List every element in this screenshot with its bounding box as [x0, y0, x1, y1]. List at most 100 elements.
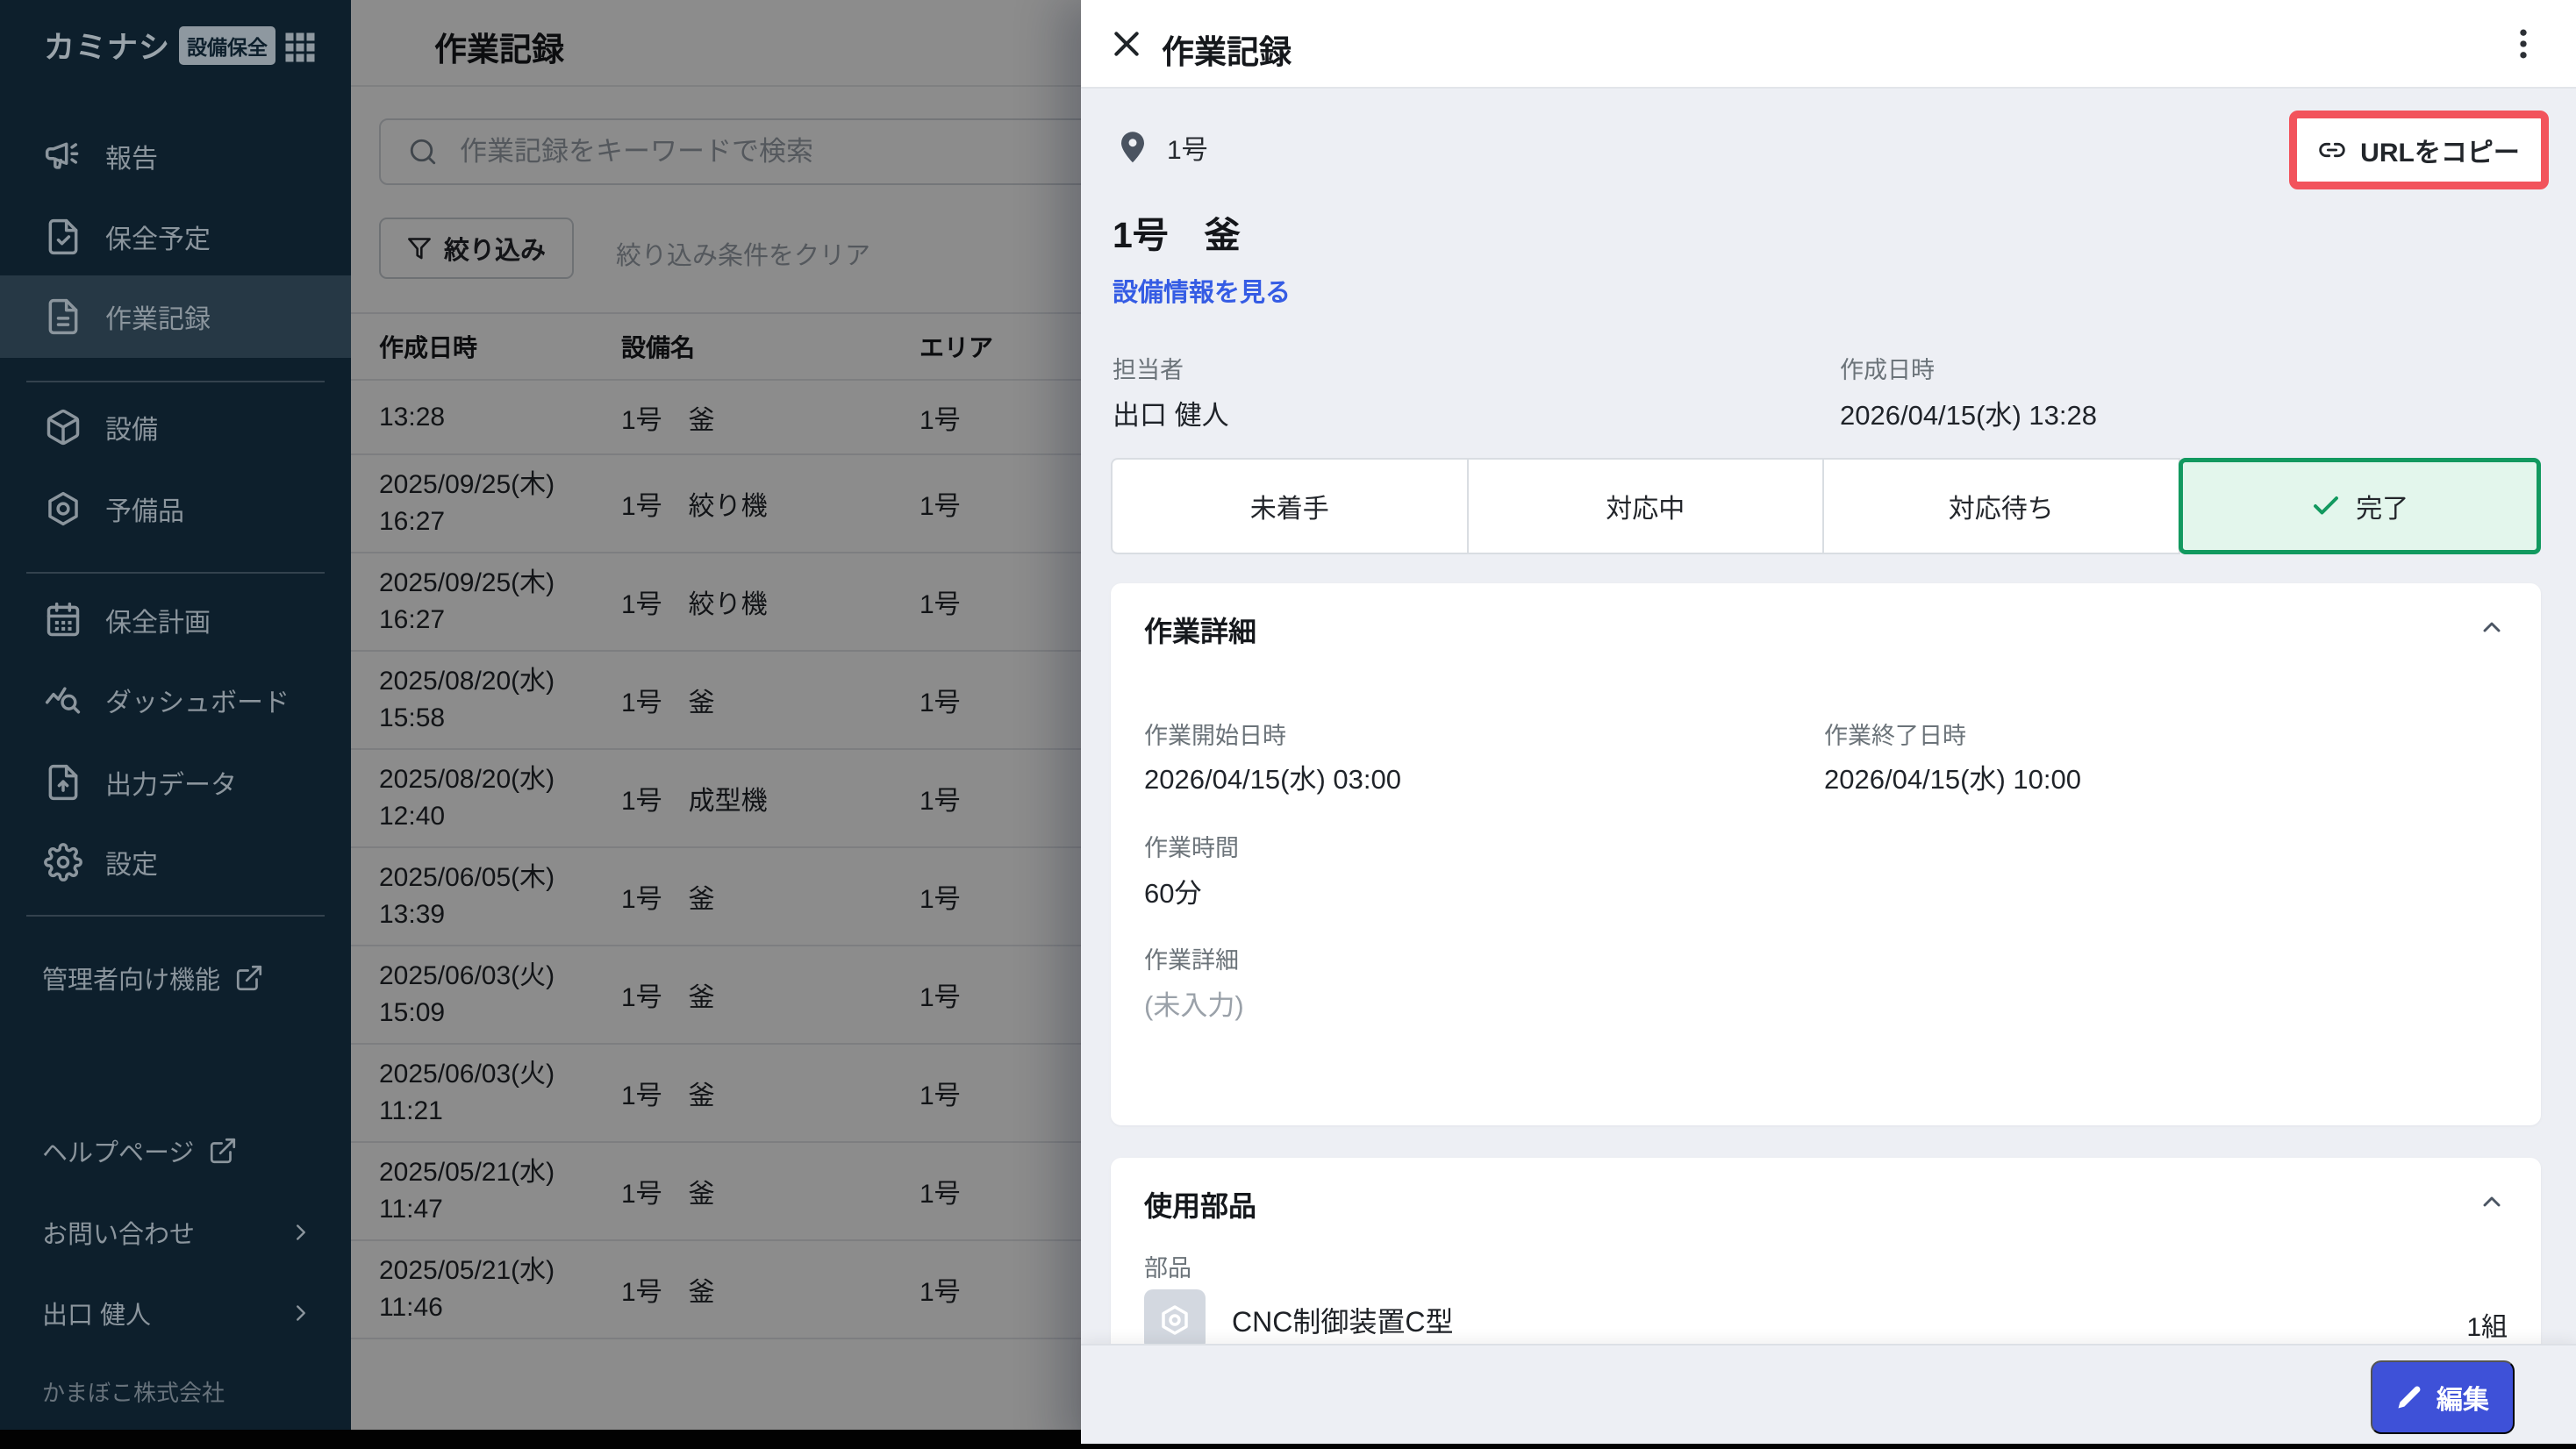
app-switcher-icon[interactable] — [284, 32, 316, 63]
check-icon — [2310, 490, 2342, 522]
sidebar-item-maintenance-plan[interactable]: 保全計画 — [0, 580, 351, 660]
status-in-progress[interactable]: 対応中 — [1466, 458, 1824, 554]
window-bottom-edge — [0, 1444, 2576, 1449]
chevron-up-icon[interactable] — [2478, 1188, 2506, 1216]
sidebar-item-label: 保全計画 — [105, 609, 211, 638]
sidebar-item-maintenance-schedule[interactable]: 保全予定 — [0, 196, 351, 277]
contact-label: お問い合わせ — [42, 1221, 196, 1249]
nut-icon — [44, 489, 82, 528]
duration-label: 作業時間 — [1144, 835, 1239, 861]
admin-features-label: 管理者向け機能 — [42, 967, 221, 995]
external-link-icon — [234, 963, 264, 993]
assignee-label: 担当者 — [1113, 357, 1184, 383]
app-root: カミナシ 設備保全 報告 保全予定 作業記録 設備 予備品 保全計画 ダッシュボ… — [0, 0, 2576, 1449]
cube-icon — [44, 408, 82, 446]
detail-value: (未入力) — [1144, 990, 1244, 1021]
part-list-item: CNC制御装置C型 — [1144, 1289, 1453, 1351]
status-label: 未着手 — [1249, 495, 1329, 524]
sidebar-item-label: 保全予定 — [105, 225, 211, 254]
created-value: 2026/04/15(水) 13:28 — [1840, 400, 2097, 431]
help-label: ヘルプページ — [42, 1139, 195, 1167]
start-value: 2026/04/15(水) 03:00 — [1144, 764, 1401, 795]
equipment-info-link[interactable]: 設備情報を見る — [1113, 272, 1291, 309]
sidebar-item-label: 予備品 — [105, 497, 184, 526]
sidebar-item-label: 報告 — [105, 145, 158, 174]
sidebar-item-equipment[interactable]: 設備 — [0, 387, 351, 468]
detail-label: 作業詳細 — [1144, 947, 1239, 974]
status-label: 対応待ち — [1948, 495, 2054, 524]
user-name-label: 出口 健人 — [42, 1302, 152, 1330]
status-done[interactable]: 完了 — [2178, 458, 2541, 554]
start-label: 作業開始日時 — [1144, 723, 1286, 749]
external-link-icon — [208, 1136, 238, 1166]
sidebar-item-settings[interactable]: 設定 — [0, 822, 351, 903]
status-segments: 未着手 対応中 対応待ち 完了 — [1111, 458, 2541, 554]
area-label: 1号 — [1167, 136, 1208, 165]
document-lines-icon — [44, 297, 82, 336]
sidebar-item-dashboard[interactable]: ダッシュボード — [0, 660, 351, 740]
sidebar-link-admin-features[interactable]: 管理者向け機能 — [0, 939, 351, 1017]
part-quantity: 1組 — [2466, 1313, 2508, 1342]
drawer-title: 作業記録 — [1162, 34, 1292, 70]
sidebar-item-label: ダッシュボード — [105, 689, 290, 717]
work-record-drawer: 作業記録 1号 URLをコピー 1号 釜 設備情報を見る 担当者 出口 健人 作… — [1081, 0, 2576, 1449]
close-icon[interactable] — [1109, 26, 1144, 61]
end-label: 作業終了日時 — [1824, 723, 1966, 749]
logo: カミナシ 設備保全 — [0, 0, 351, 90]
location-pin-icon — [1120, 131, 1146, 164]
chevron-up-icon[interactable] — [2478, 613, 2506, 641]
sidebar-item-export-data[interactable]: 出力データ — [0, 742, 351, 823]
modal-overlay — [351, 0, 1081, 1449]
calendar-icon — [44, 601, 82, 639]
status-not-started[interactable]: 未着手 — [1111, 458, 1469, 554]
end-value: 2026/04/15(水) 10:00 — [1824, 764, 2081, 795]
sidebar-user-menu[interactable]: 出口 健人 — [0, 1274, 351, 1352]
used-parts-card-title: 使用部品 — [1144, 1190, 1257, 1222]
created-label: 作成日時 — [1840, 357, 1935, 383]
status-label: 対応中 — [1606, 495, 1685, 524]
document-check-icon — [44, 218, 82, 256]
edit-button-label: 編集 — [2436, 1386, 2489, 1415]
pencil-icon — [2396, 1384, 2422, 1410]
company-name: かまぼこ株式会社 — [42, 1380, 225, 1406]
megaphone-icon — [44, 137, 82, 175]
sidebar-item-report[interactable]: 報告 — [0, 116, 351, 196]
duration-value: 60分 — [1144, 878, 1202, 909]
sidebar-divider — [26, 381, 325, 382]
chart-search-icon — [44, 681, 82, 719]
copy-url-highlight: URLをコピー — [2289, 111, 2549, 189]
copy-url-label: URLをコピー — [2360, 139, 2520, 168]
work-detail-card: 作業詳細 作業開始日時 2026/04/15(水) 03:00 作業終了日時 2… — [1111, 583, 2541, 1125]
sidebar-item-spare-parts[interactable]: 予備品 — [0, 468, 351, 549]
chevron-right-icon — [288, 1219, 314, 1246]
document-upload-icon — [44, 763, 82, 802]
edit-button[interactable]: 編集 — [2371, 1360, 2515, 1434]
drawer-footer: 編集 — [1081, 1344, 2576, 1449]
sidebar-divider — [26, 915, 325, 917]
sidebar: カミナシ 設備保全 報告 保全予定 作業記録 設備 予備品 保全計画 ダッシュボ… — [0, 0, 351, 1449]
record-title: 1号 釜 — [1113, 215, 1241, 255]
link-icon — [2318, 136, 2346, 164]
assignee-value: 出口 健人 — [1113, 400, 1229, 431]
sidebar-item-work-records[interactable]: 作業記録 — [0, 275, 351, 358]
status-waiting[interactable]: 対応待ち — [1822, 458, 2180, 554]
sidebar-link-contact[interactable]: お問い合わせ — [0, 1194, 351, 1271]
sidebar-item-label: 出力データ — [105, 771, 237, 800]
area-row: 1号 — [1120, 128, 1208, 167]
chevron-right-icon — [288, 1300, 314, 1326]
sidebar-item-label: 作業記録 — [105, 305, 211, 334]
logo-badge: 設備保全 — [179, 25, 276, 65]
work-detail-card-title: 作業詳細 — [1144, 616, 1257, 647]
sidebar-item-label: 設備 — [105, 416, 158, 445]
sidebar-link-help[interactable]: ヘルプページ — [0, 1112, 351, 1189]
gear-icon — [44, 843, 82, 882]
kebab-menu-icon[interactable] — [2504, 25, 2543, 63]
status-label: 完了 — [2356, 495, 2409, 524]
logo-text: カミナシ — [44, 31, 171, 65]
part-name: CNC制御装置C型 — [1232, 1306, 1454, 1338]
parts-label: 部品 — [1144, 1255, 1191, 1281]
sidebar-item-label: 設定 — [105, 851, 158, 880]
copy-url-button[interactable]: URLをコピー — [2318, 131, 2520, 169]
sidebar-divider — [26, 572, 325, 574]
part-nut-icon — [1144, 1289, 1206, 1351]
